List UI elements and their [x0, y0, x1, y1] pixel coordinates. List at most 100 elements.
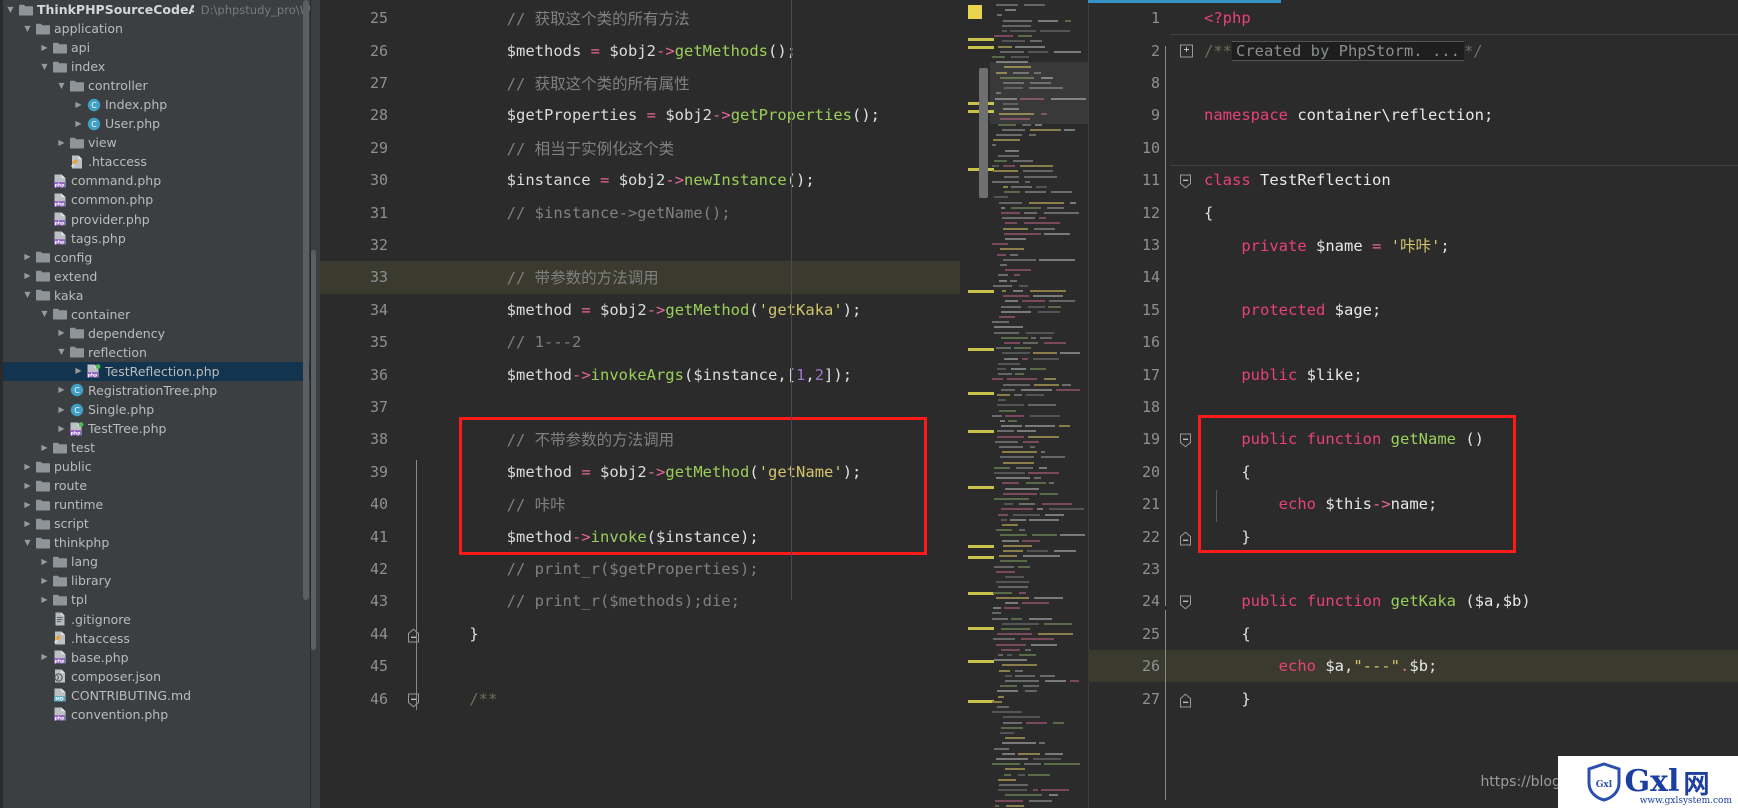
chevron-right-icon[interactable]: ▶: [38, 576, 51, 585]
code-line[interactable]: 13 private $name = '咔咔';: [1088, 229, 1738, 261]
minimap-scrollbar[interactable]: [979, 68, 988, 198]
fold-gutter[interactable]: [1170, 164, 1204, 196]
code-line[interactable]: 26 $methods = $obj2->getMethods();: [320, 34, 960, 66]
fold-gutter[interactable]: [398, 520, 432, 552]
code-line[interactable]: 14: [1088, 261, 1738, 293]
fold-gutter[interactable]: +: [1170, 34, 1204, 66]
tree-item-user-php[interactable]: ▶ C User.php: [0, 114, 311, 133]
code-line[interactable]: 21 echo $this->name;: [1088, 488, 1738, 520]
code-line[interactable]: 11 class TestReflection: [1088, 164, 1738, 196]
chevron-right-icon[interactable]: ▶: [21, 519, 34, 528]
code-text[interactable]: }: [432, 625, 960, 643]
chevron-right-icon[interactable]: ▶: [38, 595, 51, 604]
tree-item-tpl[interactable]: ▶ tpl: [0, 590, 311, 609]
code-text[interactable]: echo $a,"---".$b;: [1204, 657, 1738, 675]
tree-item-composer-json[interactable]: composer.json: [0, 667, 311, 686]
fold-gutter[interactable]: [398, 585, 432, 617]
tree-item-dependency[interactable]: ▶ dependency: [0, 324, 311, 343]
fold-gutter[interactable]: [398, 456, 432, 488]
collapse-fold-icon[interactable]: [1180, 174, 1191, 189]
fold-gutter[interactable]: [1170, 2, 1204, 34]
fold-gutter[interactable]: [1170, 229, 1204, 261]
tree-item-config[interactable]: ▶ config: [0, 248, 311, 267]
code-text[interactable]: class TestReflection: [1204, 171, 1738, 189]
tree-item-extend[interactable]: ▶ extend: [0, 267, 311, 286]
code-text[interactable]: {: [1204, 463, 1738, 481]
code-line[interactable]: 9 namespace container\reflection;: [1088, 99, 1738, 131]
code-line[interactable]: 8: [1088, 67, 1738, 99]
tree-item-route[interactable]: ▶ route: [0, 476, 311, 495]
fold-gutter[interactable]: [398, 34, 432, 66]
code-line[interactable]: 19 public function getName (): [1088, 423, 1738, 455]
code-line[interactable]: 24 public function getKaka ($a,$b): [1088, 585, 1738, 617]
chevron-down-icon[interactable]: ▼: [55, 348, 68, 356]
code-line[interactable]: 15 protected $age;: [1088, 294, 1738, 326]
code-text[interactable]: {: [1204, 625, 1738, 643]
chevron-right-icon[interactable]: ▶: [55, 424, 68, 433]
fold-gutter[interactable]: [398, 618, 432, 650]
collapse-fold-icon[interactable]: [1180, 531, 1191, 546]
warning-marker[interactable]: [968, 5, 982, 19]
tree-item-lang[interactable]: ▶ lang: [0, 552, 311, 571]
code-line[interactable]: 20 {: [1088, 456, 1738, 488]
code-text[interactable]: echo $this->name;: [1204, 495, 1738, 513]
code-line[interactable]: 30 $instance = $obj2->newInstance();: [320, 164, 960, 196]
tree-item-registrationtree-php[interactable]: ▶ C RegistrationTree.php: [0, 381, 311, 400]
code-line[interactable]: 10: [1088, 132, 1738, 164]
code-line[interactable]: 25 // 获取这个类的所有方法: [320, 2, 960, 34]
chevron-right-icon[interactable]: ▶: [55, 405, 68, 414]
collapse-fold-icon[interactable]: [408, 628, 419, 643]
code-text[interactable]: public function getName (): [1204, 430, 1738, 448]
chevron-right-icon[interactable]: ▶: [38, 443, 51, 452]
code-line[interactable]: 26 echo $a,"---".$b;: [1088, 650, 1738, 683]
tree-item-library[interactable]: ▶ library: [0, 571, 311, 590]
code-text[interactable]: $method->invoke($instance);: [432, 528, 960, 546]
chevron-right-icon[interactable]: ▶: [21, 272, 34, 280]
chevron-down-icon[interactable]: ▼: [21, 538, 34, 547]
tree-item-public[interactable]: ▶ public: [0, 457, 311, 476]
code-line[interactable]: 36 $method->invokeArgs($instance,[1,2]);: [320, 358, 960, 390]
code-text[interactable]: {: [1204, 204, 1738, 222]
tree-item-container[interactable]: ▼ container: [0, 305, 311, 324]
chevron-right-icon[interactable]: ▶: [55, 329, 68, 337]
chevron-right-icon[interactable]: ▶: [38, 557, 51, 566]
fold-gutter[interactable]: [398, 99, 432, 131]
code-text[interactable]: namespace container\reflection;: [1204, 106, 1738, 124]
tree-item-index-php[interactable]: ▶ C Index.php: [0, 95, 311, 114]
collapse-fold-icon[interactable]: [1180, 595, 1191, 610]
code-line[interactable]: 34 $method = $obj2->getMethod('getKaka')…: [320, 294, 960, 326]
code-text[interactable]: $instance = $obj2->newInstance();: [432, 171, 960, 189]
tree-item-convention-php[interactable]: php convention.php: [0, 705, 311, 724]
fold-gutter[interactable]: [398, 682, 432, 714]
chevron-right-icon[interactable]: ▶: [38, 653, 51, 661]
tree-item-controller[interactable]: ▼ controller: [0, 76, 311, 95]
fold-gutter[interactable]: [1170, 456, 1204, 488]
code-text[interactable]: }: [1204, 690, 1738, 708]
fold-gutter[interactable]: [1170, 196, 1204, 228]
code-text[interactable]: protected $age;: [1204, 301, 1738, 319]
code-line[interactable]: 27 }: [1088, 682, 1738, 714]
fold-gutter[interactable]: [398, 132, 432, 164]
chevron-down-icon[interactable]: ▼: [21, 24, 34, 33]
fold-gutter[interactable]: [1170, 618, 1204, 650]
code-text[interactable]: // 带参数的方法调用: [432, 266, 960, 288]
fold-gutter[interactable]: [398, 358, 432, 390]
fold-gutter[interactable]: [1170, 358, 1204, 390]
chevron-right-icon[interactable]: ▶: [21, 462, 34, 471]
fold-gutter[interactable]: [1170, 553, 1204, 585]
fold-gutter[interactable]: [398, 164, 432, 196]
tree-item-kaka[interactable]: ▼ kaka: [0, 286, 311, 305]
minimap-viewport[interactable]: [990, 62, 1088, 124]
code-text[interactable]: // 不带参数的方法调用: [432, 428, 960, 450]
code-text[interactable]: public $like;: [1204, 366, 1738, 384]
chevron-down-icon[interactable]: ▼: [38, 310, 51, 318]
tree-item-thinkphp[interactable]: ▼ thinkphp: [0, 533, 311, 552]
code-line[interactable]: 27 // 获取这个类的所有属性: [320, 67, 960, 99]
chevron-right-icon[interactable]: ▶: [72, 367, 85, 375]
tree-item-reflection[interactable]: ▼ reflection: [0, 343, 311, 362]
fold-gutter[interactable]: [1170, 294, 1204, 326]
fold-gutter[interactable]: [1170, 326, 1204, 358]
code-text[interactable]: // 1---2: [432, 333, 960, 351]
code-text[interactable]: $method = $obj2->getMethod('getName');: [432, 463, 960, 481]
tree-item-provider-php[interactable]: php provider.php: [0, 210, 311, 229]
